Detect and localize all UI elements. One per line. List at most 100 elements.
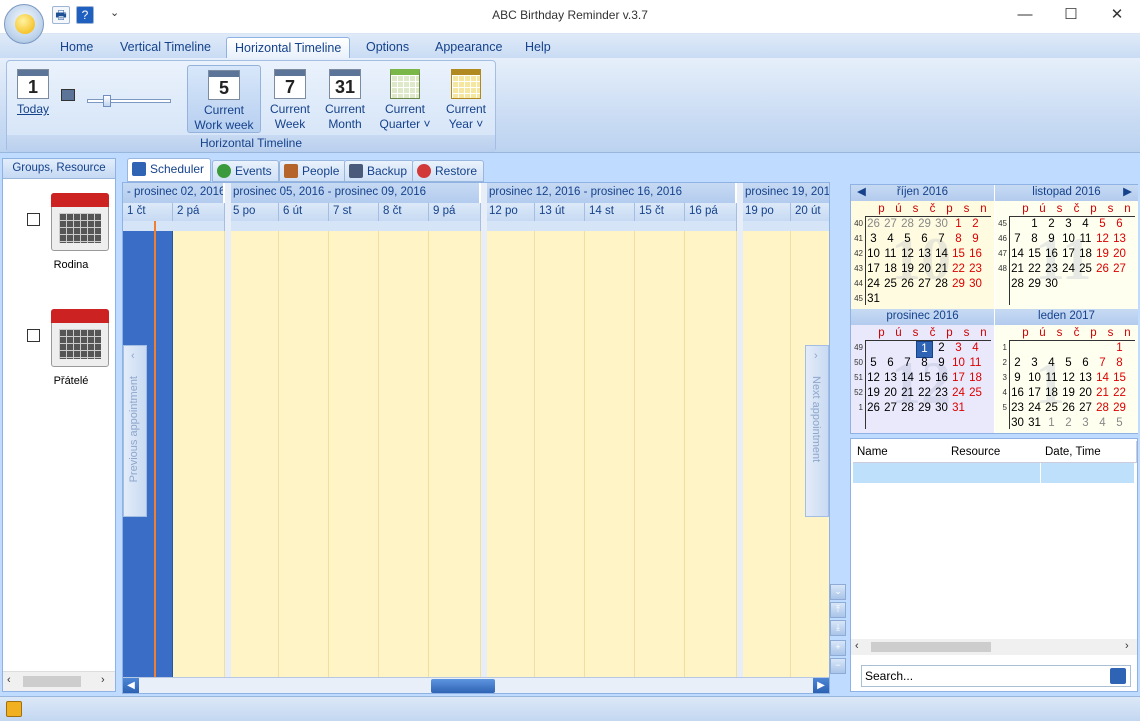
calendar-day[interactable]: 24 xyxy=(950,386,967,401)
zoom-out-icon[interactable]: − xyxy=(830,658,846,674)
calendar-day[interactable]: 17 xyxy=(1026,386,1043,401)
binoculars-icon[interactable] xyxy=(1110,668,1126,684)
calendar-day[interactable]: 18 xyxy=(1043,386,1060,401)
calendar-day[interactable]: 27 xyxy=(1077,401,1094,416)
calendar-day[interactable]: 11 xyxy=(967,356,984,371)
calendar-day[interactable]: 22 xyxy=(916,386,933,401)
day-cell[interactable] xyxy=(685,231,737,677)
day-cell[interactable] xyxy=(329,231,379,677)
calendar-day[interactable]: 7 xyxy=(1009,232,1026,247)
calendar-day[interactable]: 28 xyxy=(899,401,916,416)
calendar-day[interactable]: 21 xyxy=(933,262,950,277)
calendar-day[interactable]: 30 xyxy=(933,217,950,232)
minimize-button[interactable]: — xyxy=(1002,0,1048,32)
current-quarter-button[interactable]: Current Quarter ˅ xyxy=(375,65,435,133)
calendar-day[interactable]: 13 xyxy=(1077,371,1094,386)
calendar-day[interactable]: 11 xyxy=(1043,371,1060,386)
calendar-day[interactable]: 25 xyxy=(1043,401,1060,416)
zoom-slider[interactable] xyxy=(87,99,171,103)
calendar-day[interactable]: 1 xyxy=(1026,217,1043,232)
calendar-day[interactable]: 5 xyxy=(865,356,882,371)
calendar-day[interactable]: 2 xyxy=(1060,416,1077,431)
calendar-day[interactable]: 24 xyxy=(865,277,882,292)
calendar-day[interactable]: 16 xyxy=(1043,247,1060,262)
calendar-day[interactable]: 14 xyxy=(1009,247,1026,262)
calendar-day[interactable]: 27 xyxy=(1111,262,1128,277)
scroll-left-icon[interactable]: ◀ xyxy=(123,678,139,693)
calendar-day[interactable]: 19 xyxy=(1060,386,1077,401)
calendar-day[interactable]: 10 xyxy=(865,247,882,262)
calendar-day[interactable]: 6 xyxy=(1111,217,1128,232)
calendar-day[interactable]: 6 xyxy=(1077,356,1094,371)
current-work-week-button[interactable]: 5 Current Work week xyxy=(187,65,261,133)
groups-horizontal-scrollbar[interactable]: ‹ › xyxy=(3,671,115,691)
calendar-day[interactable]: 13 xyxy=(882,371,899,386)
column-header-name[interactable]: Name xyxy=(853,441,949,463)
calendar-day[interactable]: 1 xyxy=(1043,416,1060,431)
calendar-day[interactable]: 22 xyxy=(1026,262,1043,277)
app-menu-button[interactable] xyxy=(4,4,44,44)
calendar-day[interactable]: 29 xyxy=(1026,277,1043,292)
calendar-day[interactable]: 9 xyxy=(1043,232,1060,247)
calendar-day[interactable]: 5 xyxy=(1060,356,1077,371)
calendar-day[interactable]: 7 xyxy=(899,356,916,371)
tab-appearance[interactable]: Appearance xyxy=(427,37,510,58)
calendar-day[interactable]: 30 xyxy=(1009,416,1026,431)
calendar-day[interactable]: 20 xyxy=(1077,386,1094,401)
day-cell[interactable] xyxy=(429,231,481,677)
calendar-day[interactable]: 25 xyxy=(1077,262,1094,277)
calendar-day[interactable]: 25 xyxy=(967,386,984,401)
calendar-day[interactable]: 29 xyxy=(916,401,933,416)
calendar-day[interactable]: 17 xyxy=(950,371,967,386)
calendar-day[interactable]: 8 xyxy=(950,232,967,247)
current-week-button[interactable]: 7 Current Week xyxy=(265,65,315,133)
calendar-day[interactable]: 25 xyxy=(882,277,899,292)
resource-checkbox[interactable] xyxy=(27,213,40,226)
calendar-day[interactable]: 17 xyxy=(1060,247,1077,262)
calendar-day[interactable]: 3 xyxy=(1077,416,1094,431)
calendar-day[interactable]: 2 xyxy=(933,341,950,356)
tab-people[interactable]: People xyxy=(279,160,347,182)
next-month-icon[interactable]: ▶ xyxy=(1123,185,1132,200)
day-cell[interactable] xyxy=(485,231,535,677)
close-button[interactable]: ✕ xyxy=(1094,0,1140,32)
calendar-day[interactable]: 24 xyxy=(1060,262,1077,277)
calendar-day[interactable]: 30 xyxy=(1043,277,1060,292)
calendar-day[interactable]: 9 xyxy=(1009,371,1026,386)
tab-home[interactable]: Home xyxy=(52,37,101,58)
scroll-thumb[interactable] xyxy=(23,676,81,687)
calendar-day[interactable]: 3 xyxy=(950,341,967,356)
column-header-resource[interactable]: Resource xyxy=(947,441,1043,463)
calendar-day[interactable]: 16 xyxy=(967,247,984,262)
list-row-cell[interactable] xyxy=(1041,463,1135,483)
day-cell[interactable] xyxy=(173,231,225,677)
calendar-day[interactable]: 31 xyxy=(865,292,882,307)
zoom-in-icon[interactable]: + xyxy=(830,640,846,656)
calendar-day[interactable]: 22 xyxy=(1111,386,1128,401)
prev-month-icon[interactable]: ◀ xyxy=(857,185,866,200)
calendar-day[interactable]: 13 xyxy=(916,247,933,262)
calendar-day[interactable]: 29 xyxy=(1111,401,1128,416)
today-button[interactable]: 1 Today xyxy=(11,65,55,133)
calendar-day[interactable]: 14 xyxy=(1094,371,1111,386)
calendar-day[interactable]: 26 xyxy=(865,217,882,232)
calendar-day[interactable]: 10 xyxy=(1026,371,1043,386)
calendar-day[interactable]: 19 xyxy=(899,262,916,277)
calendar-day[interactable]: 28 xyxy=(1009,277,1026,292)
calendar-day[interactable]: 22 xyxy=(950,262,967,277)
calendar-day[interactable]: 15 xyxy=(950,247,967,262)
calendar-day[interactable]: 16 xyxy=(1009,386,1026,401)
day-cell[interactable] xyxy=(535,231,585,677)
calendar-day[interactable]: 23 xyxy=(1009,401,1026,416)
scroll-left-icon[interactable]: ‹ xyxy=(855,640,859,652)
calendar-day[interactable]: 19 xyxy=(1094,247,1111,262)
calendar-day[interactable]: 12 xyxy=(899,247,916,262)
list-row-cell[interactable] xyxy=(947,463,1041,483)
calendar-day[interactable]: 6 xyxy=(916,232,933,247)
tab-help[interactable]: Help xyxy=(517,37,559,58)
calendar-day[interactable]: 28 xyxy=(933,277,950,292)
calendar-day[interactable]: 4 xyxy=(1077,217,1094,232)
calendar-day[interactable]: 26 xyxy=(1060,401,1077,416)
calendar-day[interactable]: 18 xyxy=(882,262,899,277)
calendar-day[interactable]: 23 xyxy=(1043,262,1060,277)
